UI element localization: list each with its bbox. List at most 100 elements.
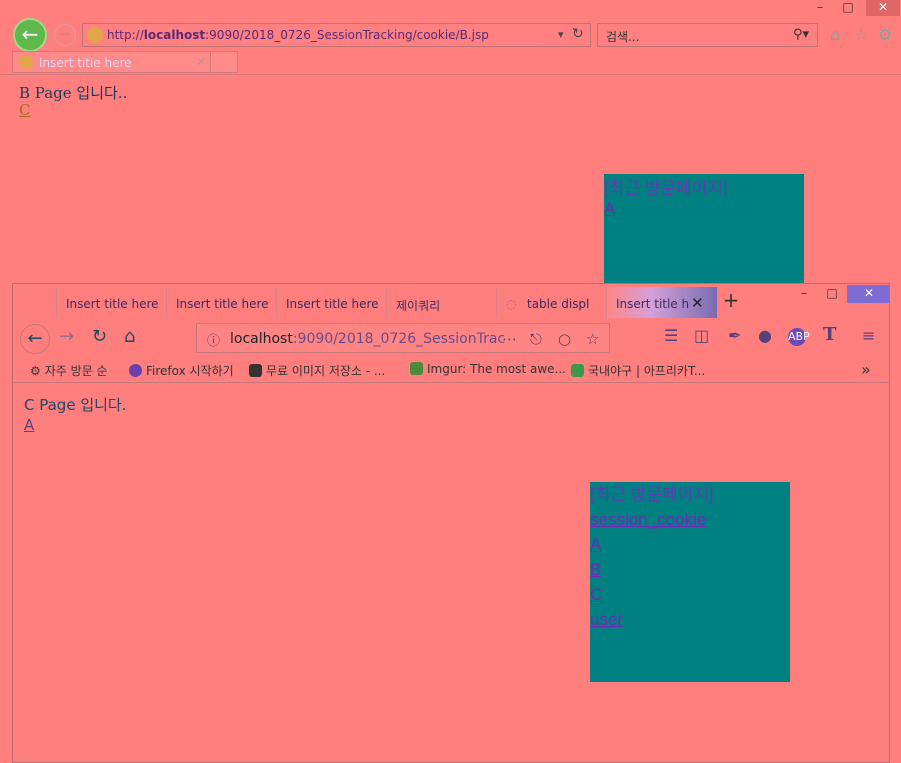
ff-url-text[interactable]: localhost:9090/2018_0726_SessionTrac <box>230 331 505 347</box>
address-path: :9090/2018_0726_SessionTracking/cookie/B… <box>205 28 489 42</box>
forward-arrow-icon: → <box>59 27 71 42</box>
reload-icon[interactable]: ↻ <box>92 326 107 347</box>
back-arrow-icon: ← <box>21 22 39 46</box>
ie-address-bar[interactable]: http://localhost:9090/2018_0726_SessionT… <box>82 23 591 47</box>
bookmark-label: 국내야구 | 아프리카T... <box>588 364 706 378</box>
tab-label: Insert title here <box>66 297 159 311</box>
pocket-icon[interactable]: ⎋ <box>530 330 542 348</box>
bookmark-firefox-start[interactable]: Firefox 시작하기 <box>129 362 234 379</box>
ff-tab-3[interactable]: Insert title here <box>276 287 386 318</box>
search-placeholder: 검색... <box>606 30 640 44</box>
tab-label: table displ <box>527 297 590 311</box>
gear-icon[interactable]: ⚙ <box>878 25 892 44</box>
recent-link-b[interactable]: B <box>590 557 790 582</box>
imgur-icon <box>410 362 423 375</box>
tracking-protection-icon[interactable]: ○ <box>558 330 571 348</box>
ie-new-tab-button[interactable] <box>210 51 238 73</box>
ie-close-button[interactable]: ✕ <box>866 0 900 16</box>
address-scheme: http:// <box>107 28 144 42</box>
ie-link-c[interactable]: C <box>19 101 30 119</box>
tab-label: 제이쿼리 <box>396 299 441 313</box>
ie-maximize-button[interactable]: □ <box>834 0 862 16</box>
address-host: localhost <box>143 28 206 42</box>
extension-icon[interactable]: ● <box>758 326 772 345</box>
home-icon[interactable]: ⌂ <box>124 326 135 347</box>
library-icon[interactable]: ☰ <box>664 326 678 345</box>
recent-pages-title: [최근 방문페이지] <box>590 485 714 504</box>
ff-link-a[interactable]: A <box>24 416 34 434</box>
firefox-window: Insert title here Insert title here Inse… <box>12 283 890 763</box>
bookmark-image-storage[interactable]: 무료 이미지 저장소 - ... <box>249 362 385 379</box>
ie-tab-label: Insert title here <box>39 56 132 70</box>
ie-recent-pages-panel: [최근 방문페이지] A <box>604 174 804 286</box>
tab-close-icon[interactable]: ✕ <box>196 55 206 69</box>
ff-tab-1[interactable]: Insert title here <box>56 287 166 318</box>
url-path: :9090/2018_0726_SessionTrac <box>292 331 506 347</box>
ff-back-button[interactable]: ← <box>20 324 50 354</box>
bookmark-label: Firefox 시작하기 <box>146 364 234 378</box>
recent-link-a[interactable]: A <box>590 532 790 557</box>
refresh-icon[interactable]: ↻ <box>572 26 584 42</box>
ie-page-icon <box>87 27 103 43</box>
ie-back-button[interactable]: ← <box>13 18 47 52</box>
gear-icon: ⚙ <box>30 364 41 378</box>
adblock-icon[interactable]: ABP <box>788 328 810 346</box>
bookmark-imgur[interactable]: Imgur: The most awe... <box>410 362 566 376</box>
tab-close-icon[interactable]: ✕ <box>691 294 704 312</box>
ie-forward-button[interactable]: → <box>54 24 76 46</box>
favorites-star-icon[interactable]: ☆ <box>854 25 868 44</box>
africa-tv-icon <box>571 364 584 377</box>
ff-url-bar[interactable]: ⓘ localhost:9090/2018_0726_SessionTrac ⋯… <box>196 323 610 353</box>
px-icon <box>249 364 262 377</box>
info-icon[interactable]: ⓘ <box>207 330 220 349</box>
ff-page-content: C Page 입니다. A [최근 방문페이지] session_cookie … <box>13 383 889 762</box>
forward-arrow-icon[interactable]: → <box>59 326 74 347</box>
recent-link-c[interactable]: C <box>590 582 790 607</box>
ie-search-box[interactable]: 검색... ⚲▾ <box>597 23 818 47</box>
ie-page-heading: B Page 입니다.. <box>19 84 128 102</box>
ff-nav-bar: ← → ↻ ⌂ ⓘ localhost:9090/2018_0726_Sessi… <box>13 318 889 358</box>
eyedropper-icon[interactable]: ✒ <box>728 326 741 345</box>
bookmark-most-visited[interactable]: ⚙ 자주 방문 순 <box>30 362 108 379</box>
tab-label: Insert title here <box>286 297 379 311</box>
chrome-tab-icon: ◌ <box>506 297 517 311</box>
ff-page-heading: C Page 입니다. <box>24 396 127 414</box>
ff-tab-5[interactable]: ◌ table displ <box>496 287 606 318</box>
back-arrow-icon: ← <box>27 328 43 349</box>
url-host: localhost <box>230 331 293 347</box>
firefox-icon <box>129 364 142 377</box>
bookmark-label: Imgur: The most awe... <box>427 362 566 376</box>
translate-icon[interactable]: T <box>823 324 836 345</box>
ff-tab-2[interactable]: Insert title here <box>166 287 276 318</box>
tab-label: Insert title h <box>616 297 690 311</box>
ff-bookmarks-toolbar: ⚙ 자주 방문 순 Firefox 시작하기 무료 이미지 저장소 - ... I… <box>13 358 889 383</box>
search-icon[interactable]: ⚲▾ <box>793 27 809 42</box>
ff-tab-active[interactable]: Insert title h ✕ <box>606 287 717 318</box>
ff-tab-4[interactable]: 제이쿼리 <box>386 287 496 318</box>
ie-tab[interactable]: Insert title here ✕ <box>12 51 238 73</box>
page-actions-icon[interactable]: ⋯ <box>502 330 517 348</box>
ie-address-text[interactable]: http://localhost:9090/2018_0726_SessionT… <box>107 28 489 42</box>
tab-page-icon <box>19 55 33 69</box>
home-icon[interactable]: ⌂ <box>830 25 840 44</box>
bookmark-star-icon[interactable]: ☆ <box>586 330 599 348</box>
sidebar-icon[interactable]: ◫ <box>694 326 709 345</box>
recent-link-a[interactable]: A <box>604 199 804 219</box>
menu-icon[interactable]: ≡ <box>862 326 875 345</box>
ie-title-bar: – □ ✕ <box>0 0 901 20</box>
ie-minimize-button[interactable]: – <box>806 0 834 16</box>
bookmark-baseball[interactable]: 국내야구 | 아프리카T... <box>571 362 705 379</box>
ff-maximize-button[interactable]: □ <box>818 285 846 303</box>
ff-recent-pages-panel: [최근 방문페이지] session_cookie A B C user <box>590 482 790 682</box>
recent-pages-title: [최근 방문페이지] <box>604 179 728 198</box>
recent-link-user[interactable]: user <box>590 607 790 632</box>
ff-tab-strip: Insert title here Insert title here Inse… <box>13 284 889 318</box>
bookmark-label: 자주 방문 순 <box>44 364 108 378</box>
ff-close-button[interactable]: ✕ <box>847 285 889 303</box>
dropdown-arrow-icon[interactable]: ▾ <box>558 28 564 41</box>
recent-link-session-cookie[interactable]: session_cookie <box>590 507 790 532</box>
new-tab-plus-icon[interactable]: + <box>719 287 743 315</box>
more-bookmarks-chevron-icon[interactable]: » <box>861 360 871 379</box>
ff-minimize-button[interactable]: – <box>790 285 818 303</box>
tab-label: Insert title here <box>176 297 269 311</box>
